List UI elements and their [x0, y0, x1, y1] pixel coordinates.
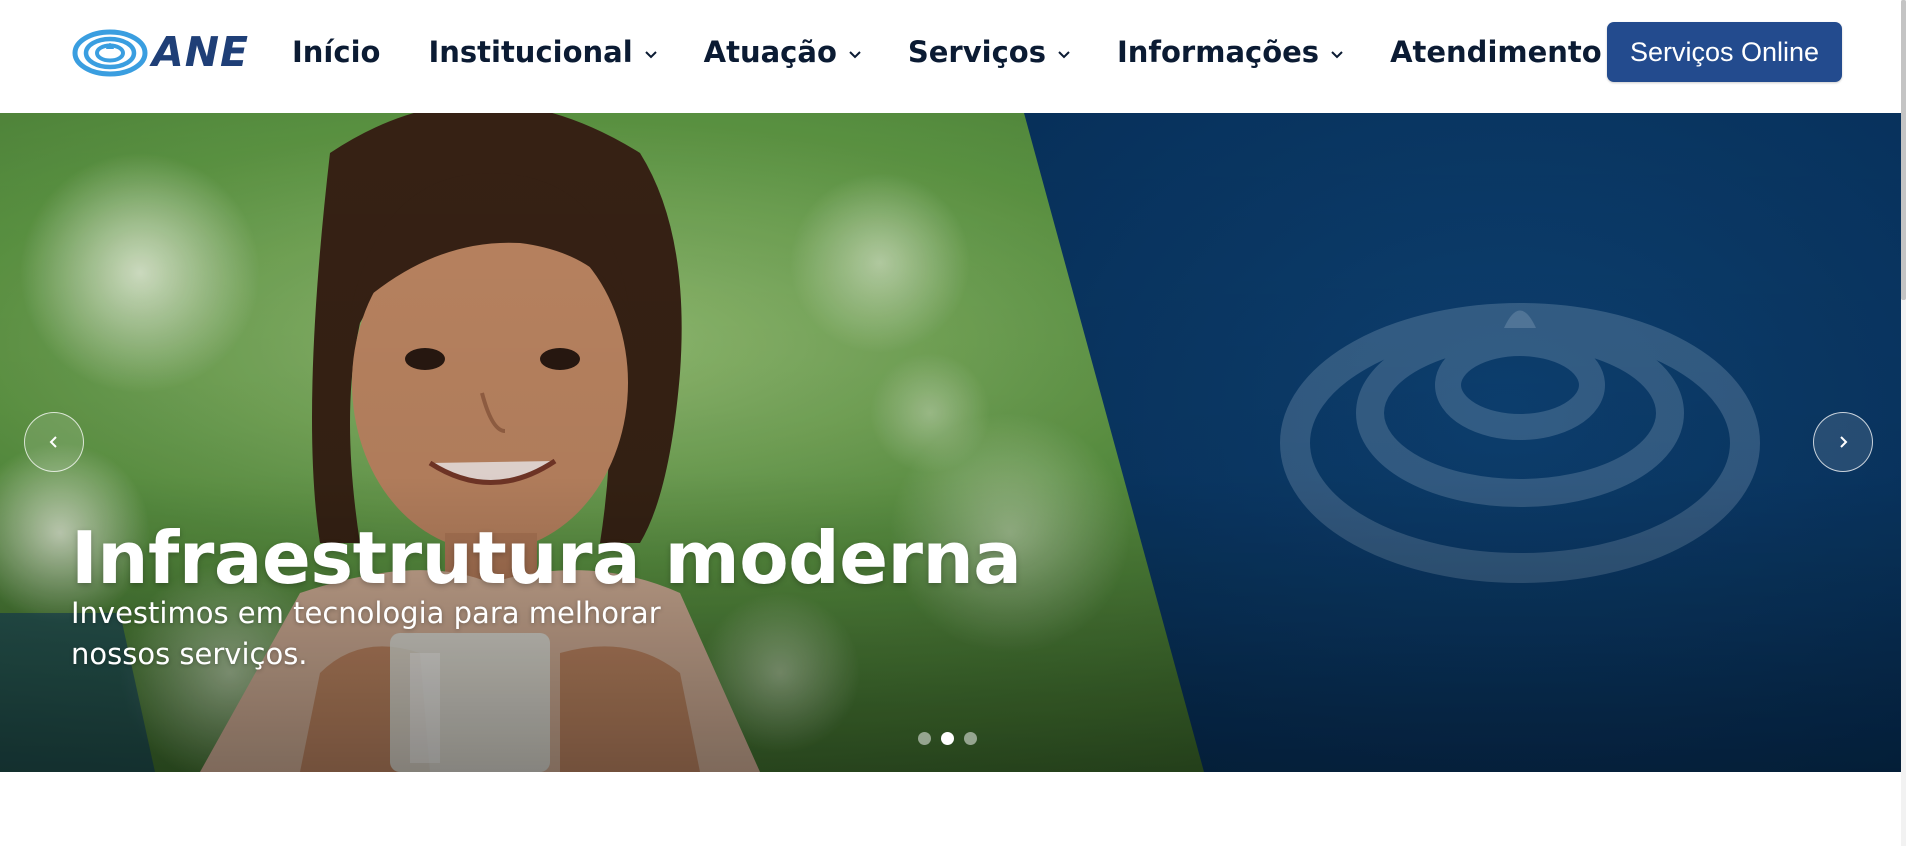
main-navigation: Início Institucional Atuação Serviços In… [292, 28, 1628, 76]
nav-item-institucional[interactable]: Institucional [428, 28, 658, 76]
servicos-online-button[interactable]: Serviços Online [1607, 22, 1842, 82]
hero-carousel: Infraestrutura moderna Investimos em tec… [0, 113, 1901, 772]
chevron-down-icon [644, 51, 657, 59]
hero-subtitle: Investimos em tecnologia para melhorar n… [71, 596, 661, 671]
site-header: ANE Início Institucional Atuação Serviço… [0, 0, 1901, 113]
nav-item-inicio[interactable]: Início [292, 28, 380, 76]
nav-item-label: Atendimento [1390, 35, 1602, 69]
carousel-next-button[interactable] [1813, 412, 1873, 472]
nav-item-label: Institucional [428, 35, 633, 69]
carousel-indicators [918, 732, 977, 745]
chevron-left-icon [49, 436, 57, 448]
nav-item-atuacao[interactable]: Atuação [704, 28, 863, 76]
chevron-down-icon [1331, 51, 1343, 59]
nav-item-atendimento[interactable]: Atendimento [1390, 28, 1628, 76]
nav-item-label: Informações [1116, 35, 1320, 69]
carousel-dot-1[interactable] [918, 732, 931, 745]
page-scrollbar[interactable] [1901, 0, 1906, 846]
nav-item-servicos[interactable]: Serviços [908, 28, 1072, 76]
nav-item-label: Início [292, 35, 381, 69]
carousel-dot-3[interactable] [964, 732, 977, 745]
scrollbar-thumb[interactable] [1901, 0, 1906, 300]
chevron-down-icon [1058, 51, 1070, 59]
nav-item-label: Atuação [703, 35, 837, 69]
nav-item-informacoes[interactable]: Informações [1117, 28, 1345, 76]
chevron-right-icon [1840, 436, 1848, 448]
site-logo[interactable]: ANE [72, 27, 249, 77]
water-ripple-logo-icon [72, 29, 148, 77]
logo-wordmark: ANE [152, 28, 250, 76]
chevron-down-icon [849, 51, 861, 59]
nav-item-label: Serviços [907, 35, 1046, 69]
carousel-dot-2[interactable] [941, 732, 954, 745]
carousel-prev-button[interactable] [24, 412, 84, 472]
hero-title: Infraestrutura moderna [71, 516, 1022, 600]
